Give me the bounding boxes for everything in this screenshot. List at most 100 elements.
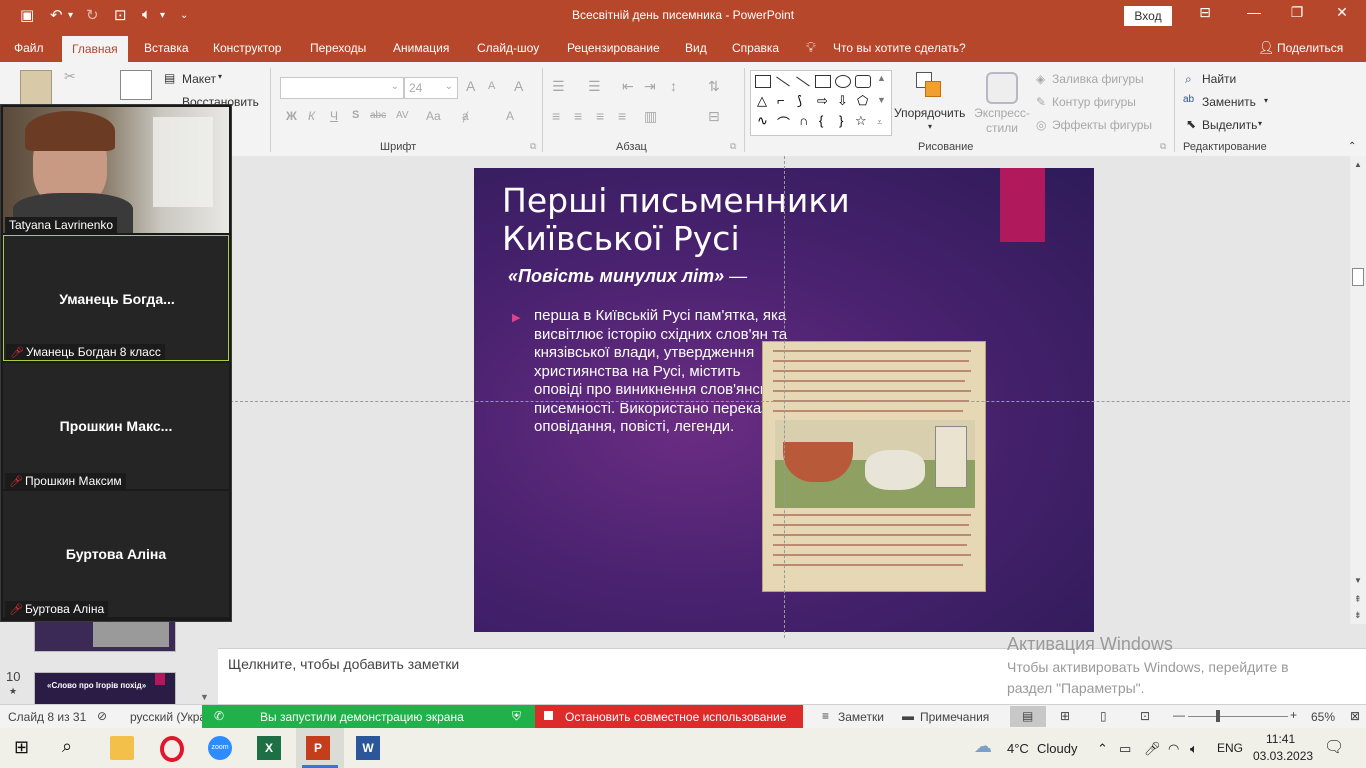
shape-effects-icon[interactable]: ◎ (1036, 118, 1046, 132)
zoom-in-icon[interactable]: + (1290, 708, 1297, 722)
close-icon[interactable]: ✕ (1322, 4, 1362, 21)
curve-shape-icon[interactable]: ∩ (799, 113, 808, 128)
notes-placeholder[interactable]: Щелкните, чтобы добавить заметки (228, 656, 459, 672)
horizontal-guide[interactable] (230, 401, 1350, 402)
language-indicator[interactable]: русский (Укра (130, 710, 206, 724)
highlight-icon[interactable]: ⱥ (462, 109, 469, 123)
elbow-connector-icon[interactable]: ⌐ (777, 93, 785, 108)
notes-icon[interactable]: ≡ (822, 709, 829, 723)
font-size-select[interactable]: 24 ⌄ (404, 77, 458, 99)
show-hidden-icons-icon[interactable]: ⌃ (1097, 741, 1108, 757)
font-family-select[interactable]: ⌄ (280, 77, 404, 99)
manuscript-image[interactable] (762, 341, 986, 592)
volume-icon[interactable]: 🔈︎ (1190, 741, 1198, 757)
reading-view-icon[interactable]: ▯ (1100, 709, 1107, 723)
rectangle-shape-icon[interactable] (815, 75, 831, 88)
shape-outline-button[interactable]: Контур фигуры (1052, 95, 1136, 109)
drawing-dialog-launcher-icon[interactable]: ⧉ (1160, 141, 1166, 152)
scroll-up-icon[interactable]: ▲ (1354, 160, 1362, 169)
oval-shape-icon[interactable] (835, 75, 851, 88)
vertical-scrollbar[interactable]: ▲ ▼ ⇞ ⇟ (1350, 156, 1366, 624)
previous-slide-icon[interactable]: ⇞ (1354, 594, 1362, 605)
slide-subtitle[interactable]: «Повість минулих літ» — (508, 266, 747, 287)
restore-icon[interactable]: ❐ (1277, 4, 1317, 21)
paste-icon[interactable] (20, 70, 52, 106)
slide-title[interactable]: Перші письменники Київської Русі (502, 182, 1002, 258)
vertical-guide[interactable] (784, 156, 785, 638)
normal-view-button[interactable]: ▤ (1010, 706, 1046, 727)
select-dropdown-icon[interactable]: ▾ (1258, 119, 1262, 128)
shape-outline-icon[interactable]: ✎ (1036, 95, 1046, 109)
scroll-thumb[interactable] (1352, 268, 1364, 286)
scroll-down-icon[interactable]: ▼ (1354, 576, 1362, 585)
spellcheck-icon[interactable]: ⊘ (97, 709, 107, 723)
search-icon[interactable]: ⌕ (62, 736, 72, 757)
shape-fill-icon[interactable]: ◈ (1036, 72, 1045, 86)
decrease-indent-icon[interactable]: ⇤ (622, 78, 634, 95)
next-slide-icon[interactable]: ⇟ (1354, 610, 1362, 621)
shrink-font-icon[interactable]: A (488, 80, 495, 92)
layout-dropdown-icon[interactable]: ▾ (218, 72, 222, 81)
notes-toggle-button[interactable]: Заметки (838, 710, 884, 724)
new-slide-icon[interactable] (120, 70, 152, 100)
tab-file[interactable]: Файл (14, 41, 44, 55)
ribbon-display-icon[interactable]: ⊟ (1185, 4, 1225, 21)
arrange-icon[interactable] (916, 72, 942, 98)
char-spacing-button[interactable]: AV (396, 110, 409, 121)
align-center-icon[interactable]: ≡ (574, 108, 582, 124)
line-spacing-icon[interactable]: ↕ (670, 78, 677, 94)
layout-icon[interactable]: ▤ (164, 71, 175, 85)
bold-button[interactable]: Ж (286, 109, 297, 123)
weather-temperature[interactable]: 4°C (1007, 741, 1029, 756)
clock-date[interactable]: 03.03.2023 (1253, 749, 1313, 763)
bullets-icon[interactable]: ☰ (552, 78, 565, 95)
zoom-out-icon[interactable]: — (1173, 708, 1185, 722)
quick-styles-button[interactable]: Экспресс-стили (972, 106, 1032, 136)
word-icon[interactable]: W (356, 736, 380, 760)
microphone-icon[interactable]: 🎤︎ (1144, 741, 1161, 757)
arrange-button[interactable]: Упорядочить (894, 106, 965, 120)
comments-icon[interactable]: ▬ (902, 709, 914, 723)
slide-thumbnail[interactable]: «Слово про Ігорів похід» (34, 672, 176, 706)
participant-tile-active[interactable]: Уманець Богда... 🎤︎ Уманець Богдан 8 клас… (3, 235, 229, 361)
replace-dropdown-icon[interactable]: ▾ (1264, 96, 1268, 105)
textbox-shape-icon[interactable] (755, 75, 771, 88)
tab-animations[interactable]: Анимация (393, 41, 449, 55)
gallery-down-icon[interactable]: ▼ (877, 95, 886, 105)
rounded-rect-shape-icon[interactable] (855, 75, 871, 88)
font-dialog-launcher-icon[interactable]: ⧉ (530, 141, 536, 152)
curved-connector-icon[interactable]: ⟆ (797, 93, 802, 109)
italic-button[interactable]: К (308, 109, 315, 123)
freeform-shape-icon[interactable]: ∿ (757, 113, 768, 129)
numbering-icon[interactable]: ☰ (588, 78, 601, 95)
gallery-more-icon[interactable]: ⩡ (877, 117, 882, 128)
share-button[interactable]: Поделиться (1277, 41, 1343, 55)
find-icon[interactable]: ⌕ (1185, 72, 1192, 87)
change-case-button[interactable]: Aa (426, 109, 441, 123)
powerpoint-taskbar-button[interactable]: P (296, 728, 344, 768)
find-button[interactable]: Найти (1202, 72, 1236, 86)
shadow-button[interactable]: S (352, 109, 359, 121)
replace-icon[interactable]: ab (1183, 94, 1194, 105)
align-left-icon[interactable]: ≡ (552, 108, 560, 124)
fit-to-window-icon[interactable]: ⊠ (1350, 709, 1360, 723)
select-icon[interactable]: ⬉ (1186, 117, 1196, 131)
tab-help[interactable]: Справка (732, 41, 779, 55)
font-color-button[interactable]: A (506, 109, 514, 123)
layout-button[interactable]: Макет (182, 72, 216, 86)
slide-sorter-icon[interactable]: ⊞ (1060, 709, 1070, 723)
text-direction-icon[interactable]: ⇅ (708, 78, 720, 95)
shapes-gallery[interactable]: △ ⌐ ⟆ ⇨ ⇩ ⬠ ∿ ⌒ ∩ { } ☆ ▲ ▼ ⩡ (750, 70, 892, 136)
shape-effects-button[interactable]: Эффекты фигуры (1052, 118, 1152, 132)
clock-time[interactable]: 11:41 (1266, 732, 1295, 746)
justify-icon[interactable]: ≡ (618, 108, 626, 124)
collapse-ribbon-icon[interactable]: ⌃ (1348, 141, 1356, 152)
participant-tile[interactable]: Буртова Аліна 🎤︎ Буртова Аліна (3, 491, 229, 617)
weather-condition[interactable]: Cloudy (1037, 741, 1077, 756)
paragraph-dialog-launcher-icon[interactable]: ⧉ (730, 141, 736, 152)
tab-view[interactable]: Вид (685, 41, 707, 55)
arrange-dropdown-icon[interactable]: ▾ (928, 122, 932, 131)
notifications-icon[interactable]: 🗨︎ (1324, 737, 1344, 757)
down-arrow-shape-icon[interactable]: ⇩ (837, 93, 848, 109)
gallery-up-icon[interactable]: ▲ (877, 73, 886, 83)
